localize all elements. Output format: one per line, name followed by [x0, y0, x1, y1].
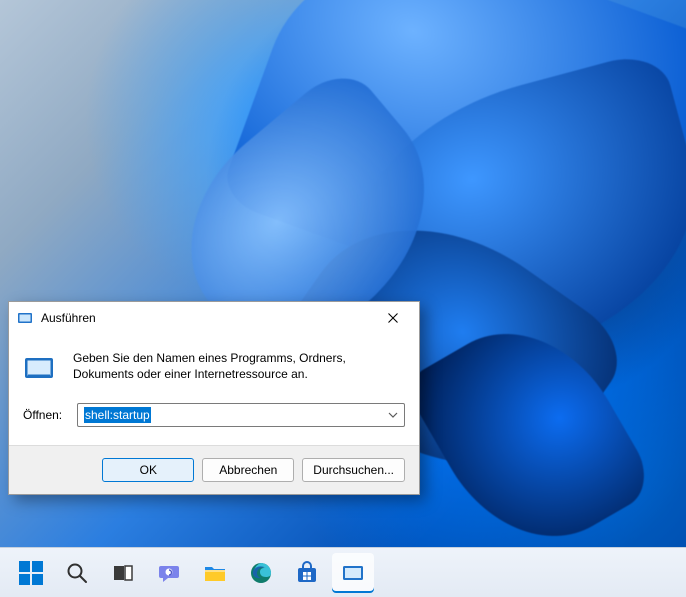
taskbar-store[interactable] [286, 553, 328, 593]
store-icon [295, 561, 319, 585]
taskbar-edge[interactable] [240, 553, 282, 593]
run-dialog: Ausführen Geben Sie den Namen eines Prog… [8, 301, 420, 495]
close-icon [388, 313, 398, 323]
ok-button[interactable]: OK [102, 458, 194, 482]
browse-button[interactable]: Durchsuchen... [302, 458, 405, 482]
taskbar [0, 547, 686, 597]
folder-icon [203, 561, 227, 585]
dialog-description: Geben Sie den Namen eines Programms, Ord… [73, 350, 405, 387]
windows-start-icon [19, 561, 43, 585]
taskbar-start[interactable] [10, 553, 52, 593]
taskbar-chat[interactable] [148, 553, 190, 593]
run-icon [17, 310, 33, 326]
chat-icon [157, 561, 181, 585]
search-icon [65, 561, 89, 585]
taskbar-run[interactable] [332, 553, 374, 593]
desktop-wallpaper [0, 0, 686, 597]
command-combobox[interactable]: shell:startup [77, 403, 405, 427]
run-icon [341, 561, 365, 585]
taskbar-search[interactable] [56, 553, 98, 593]
close-button[interactable] [371, 304, 415, 332]
titlebar[interactable]: Ausführen [9, 302, 419, 334]
button-bar: OK Abbrechen Durchsuchen... [9, 445, 419, 494]
command-input[interactable] [77, 403, 405, 427]
dialog-title: Ausführen [41, 311, 371, 325]
edge-icon [249, 561, 273, 585]
run-icon [23, 350, 59, 387]
task-view-icon [111, 561, 135, 585]
taskbar-file-explorer[interactable] [194, 553, 236, 593]
taskbar-task-view[interactable] [102, 553, 144, 593]
cancel-button[interactable]: Abbrechen [202, 458, 294, 482]
open-label: Öffnen: [23, 408, 67, 422]
